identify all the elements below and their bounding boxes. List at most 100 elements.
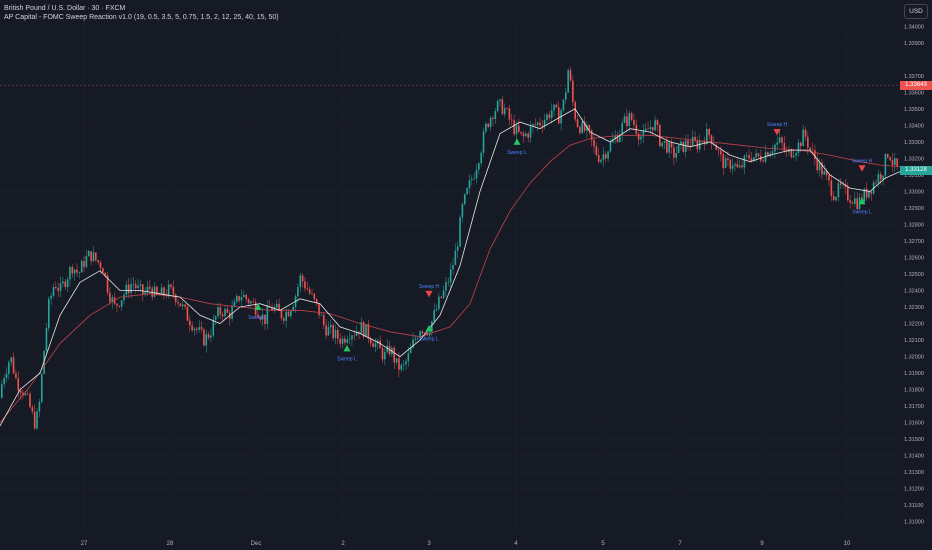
candle-body [221,314,224,317]
candle-body [478,163,480,170]
candle-body [80,260,83,273]
symbol-title[interactable]: British Pound / U.S. Dollar · 30 · FXCM [4,4,279,13]
candle-body [102,268,104,273]
x-tick-label: 28 [167,541,174,547]
currency-button[interactable]: USD [904,4,928,19]
candle-body [214,316,217,320]
candle-body [353,335,356,337]
candle-body [555,104,558,108]
candle-body [581,121,584,133]
sweep-high-label: Sweep H [767,122,788,128]
indicator-title[interactable]: AP Capital - FOMC Sweep Reaction v1.0 (1… [4,13,279,22]
candle-body [445,282,447,291]
candle-body [83,260,85,267]
candle-body [795,152,797,156]
candle-body [607,151,609,159]
y-tick-label: 1.33000 [904,189,924,195]
candle-body [877,174,880,183]
candle-body [748,155,750,159]
candle-body [550,110,553,118]
candle-body [372,343,374,348]
y-tick-label: 1.32700 [904,239,924,245]
candle-body [337,329,339,339]
candle-body [882,175,884,180]
candle-body [384,352,386,360]
candle-body [569,70,572,81]
candle-body [894,158,896,165]
candle-body [395,358,398,363]
candle-body [38,401,41,412]
candle-body [278,303,280,310]
candle-body [854,198,856,204]
candle-body [851,202,854,204]
y-tick-label: 1.31500 [904,437,924,443]
candle-body [654,120,656,131]
candle-body [621,122,623,135]
candle-body [132,284,135,285]
candle-body [10,357,12,363]
candle-body [496,100,499,112]
candle-body [677,144,680,154]
candle-body [553,104,555,111]
candle-body [687,140,689,146]
candle-body [689,145,692,147]
candle-body [365,324,367,337]
candle-body [69,267,71,280]
candle-body [149,286,151,289]
price-chart[interactable]: Sweep L Sweep L Sweep L Sweep H Sweep L Sweep… [0,0,932,550]
candle-body [720,150,722,155]
candle-body [459,217,461,247]
candle-body [828,175,830,181]
candle-body [567,70,569,93]
candle-body [640,136,642,140]
candle-body [334,329,337,339]
candle-body [842,184,844,186]
candle-body [167,284,170,296]
candle-body [52,286,55,296]
current-price-tag: 1.33128 [900,165,932,175]
candle-body [651,127,654,131]
candle-body [485,123,487,132]
candle-body [546,114,548,121]
candle-body [379,340,381,349]
candle-body [623,116,626,123]
sweep-high-label: Sweep H [419,284,440,290]
candle-body [17,378,20,391]
y-tick-label: 1.32300 [904,305,924,311]
candle-body [849,200,851,203]
candle-body [402,364,405,365]
candle-body [120,300,123,307]
sweep-high-arrow [425,290,433,298]
candle-body [33,411,36,429]
y-tick-label: 1.33900 [904,41,924,47]
candle-body [348,339,351,340]
candle-body [600,159,602,162]
chart-root[interactable]: Sweep L Sweep L Sweep L Sweep H Sweep L Sweep… [0,0,932,550]
candle-body [731,165,734,169]
candle-body [196,328,198,330]
moving-averages [0,108,901,427]
candle-body [134,284,137,289]
y-tick-label: 1.31300 [904,470,924,476]
candle-body [236,296,238,302]
candle-body [313,293,316,300]
candle-body [604,154,607,159]
candle-body [109,292,111,302]
candle-body [847,187,849,201]
candle-body [510,119,513,121]
y-tick-label: 1.31000 [904,520,924,526]
candle-body [344,338,346,343]
candle-body [647,128,649,130]
candle-body [781,137,783,144]
candle-body [886,154,889,158]
candle-body [644,128,647,131]
sweep-low-label: Sweep L [248,315,268,321]
candle-body [534,124,537,125]
candle-body [593,139,595,147]
time-axis[interactable] [0,534,900,550]
candle-body [240,296,243,301]
candle-body [771,151,774,154]
candle-body [73,269,76,274]
candle-body [438,296,440,309]
chart-legend: British Pound / U.S. Dollar · 30 · FXCM … [4,4,279,22]
